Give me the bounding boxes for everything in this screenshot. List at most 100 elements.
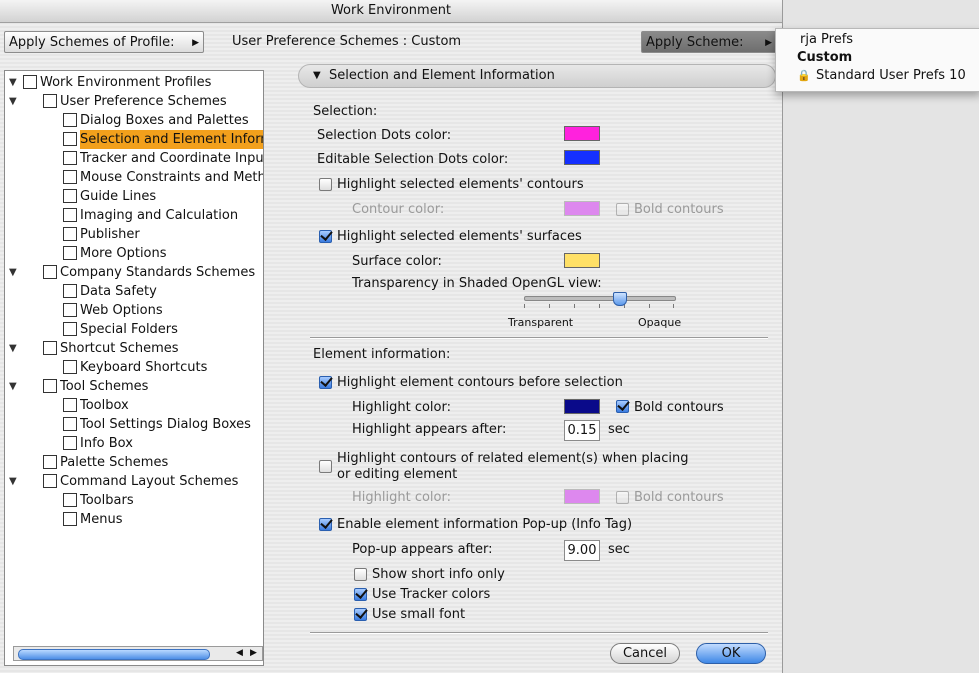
appears-after-field[interactable]: 0.15: [564, 420, 600, 441]
profiles-icon: [23, 75, 37, 89]
palette-schemes-icon: [43, 455, 57, 469]
tree-horizontal-scrollbar[interactable]: ◀ ▶: [13, 646, 263, 661]
info-popup-checkbox[interactable]: [319, 518, 332, 531]
tree-item[interactable]: Web Options: [5, 301, 263, 320]
short-info-checkbox[interactable]: [354, 568, 367, 581]
selection-dots-color-swatch[interactable]: [564, 126, 600, 141]
tree-item[interactable]: ▼ User Preference Schemes: [5, 92, 263, 111]
disclosure-triangle-icon[interactable]: ▼: [9, 73, 17, 92]
popup-after-field[interactable]: 9.00: [564, 540, 600, 561]
highlight-bold-checkbox[interactable]: [616, 400, 629, 413]
tree-item[interactable]: ▼ Command Layout Schemes: [5, 472, 263, 491]
highlight-contours-checkbox[interactable]: [319, 178, 332, 191]
guide-lines-icon: [63, 189, 77, 203]
disclosure-triangle-icon[interactable]: ▼: [9, 92, 17, 111]
disclosure-triangle-icon[interactable]: ▼: [9, 263, 17, 282]
command-layout-icon: [43, 474, 57, 488]
tree-item-label: Data Safety: [80, 284, 157, 299]
tracker-colors-checkbox[interactable]: [354, 588, 367, 601]
dialog-boxes-icon: [63, 113, 77, 127]
highlight-before-selection-checkbox[interactable]: [319, 376, 332, 389]
tree-item[interactable]: Selection and Element Inform: [5, 130, 263, 149]
publisher-icon: [63, 227, 77, 241]
related-color-swatch[interactable]: [564, 489, 600, 504]
tree-item-label: Imaging and Calculation: [80, 208, 239, 223]
shortcut-schemes-icon: [43, 341, 57, 355]
contour-bold-label: Bold contours: [634, 202, 724, 217]
tree-item-label: Tool Schemes: [60, 379, 149, 394]
web-options-icon: [63, 303, 77, 317]
menu-item-custom[interactable]: Custom: [797, 50, 852, 65]
tree-item[interactable]: Mouse Constraints and Metho: [5, 168, 263, 187]
tree-item[interactable]: Palette Schemes: [5, 453, 263, 472]
selection-heading: Selection:: [313, 104, 378, 119]
short-info-label: Show short info only: [372, 567, 505, 582]
scroll-left-arrow-icon[interactable]: ◀: [236, 647, 243, 660]
editable-dots-color-swatch[interactable]: [564, 150, 600, 165]
apply-scheme-popup[interactable]: Apply Scheme: ▶: [641, 31, 777, 53]
appears-after-label: Highlight appears after:: [352, 422, 507, 437]
tree-item[interactable]: More Options: [5, 244, 263, 263]
profiles-tree[interactable]: ▼ Work Environment Profiles ▼ User Preferen…: [4, 70, 264, 666]
highlight-surfaces-checkbox[interactable]: [319, 230, 332, 243]
tree-item[interactable]: Menus: [5, 510, 263, 529]
special-folders-icon: [63, 322, 77, 336]
small-font-checkbox[interactable]: [354, 608, 367, 621]
related-contours-checkbox[interactable]: [319, 460, 332, 473]
background-window: [783, 0, 979, 673]
company-standards-icon: [43, 265, 57, 279]
apply-profile-label: Apply Schemes of Profile:: [9, 35, 175, 50]
tree-item[interactable]: ▼ Work Environment Profiles: [5, 73, 263, 92]
disclosure-triangle-icon[interactable]: ▼: [9, 339, 17, 358]
disclosure-triangle-icon[interactable]: ▼: [313, 65, 321, 87]
apply-profile-popup[interactable]: Apply Schemes of Profile: ▶: [4, 31, 204, 53]
tree-item[interactable]: ▼ Shortcut Schemes: [5, 339, 263, 358]
tree-item-label: Company Standards Schemes: [60, 265, 256, 280]
tree-item[interactable]: Tool Settings Dialog Boxes: [5, 415, 263, 434]
popup-arrow-icon: ▶: [765, 38, 772, 48]
tree-item[interactable]: Special Folders: [5, 320, 263, 339]
scroll-right-arrow-icon[interactable]: ▶: [250, 647, 257, 660]
menu-item-rja-prefs[interactable]: rja Prefs: [800, 32, 853, 47]
disclosure-triangle-icon[interactable]: ▼: [9, 377, 17, 396]
section-header[interactable]: ▼ Selection and Element Information: [298, 64, 776, 88]
scheme-status-label: User Preference Schemes : Custom: [232, 34, 462, 49]
tree-item-label: Special Folders: [80, 322, 178, 337]
selection-dots-label: Selection Dots color:: [317, 128, 452, 143]
tree-item[interactable]: Data Safety: [5, 282, 263, 301]
tree-item-label: Toolbars: [80, 493, 134, 508]
tree-item[interactable]: Publisher: [5, 225, 263, 244]
related-bold-checkbox[interactable]: [616, 491, 629, 504]
settings-panel: ▼ Selection and Element Information Sele…: [288, 60, 782, 673]
tree-item[interactable]: Toolbars: [5, 491, 263, 510]
tree-item[interactable]: Dialog Boxes and Palettes: [5, 111, 263, 130]
menus-icon: [63, 512, 77, 526]
contour-bold-checkbox[interactable]: [616, 203, 629, 216]
tree-item[interactable]: ▼ Tool Schemes: [5, 377, 263, 396]
surface-color-swatch[interactable]: [564, 253, 600, 268]
tree-item[interactable]: Keyboard Shortcuts: [5, 358, 263, 377]
menu-item-standard-user-prefs[interactable]: Standard User Prefs 10: [816, 68, 966, 83]
related-contours-label-line2: or editing element: [337, 467, 458, 482]
ok-button[interactable]: OK: [696, 643, 766, 664]
tree-item[interactable]: Tracker and Coordinate Input: [5, 149, 263, 168]
lock-icon: 🔒: [797, 69, 811, 82]
tree-item[interactable]: Info Box: [5, 434, 263, 453]
element-info-heading: Element information:: [313, 347, 451, 362]
tree-item[interactable]: Imaging and Calculation: [5, 206, 263, 225]
transparency-slider-track[interactable]: [524, 296, 676, 301]
transparency-max-label: Opaque: [638, 316, 682, 329]
highlight-before-selection-label: Highlight element contours before select…: [337, 375, 623, 390]
tree-item[interactable]: ▼ Company Standards Schemes: [5, 263, 263, 282]
tree-item[interactable]: Guide Lines: [5, 187, 263, 206]
highlight-color-swatch[interactable]: [564, 399, 600, 414]
contour-color-swatch[interactable]: [564, 201, 600, 216]
tree-item-label: Tracker and Coordinate Input: [80, 151, 264, 166]
small-font-label: Use small font: [372, 607, 466, 622]
disclosure-triangle-icon[interactable]: ▼: [9, 472, 17, 491]
tree-item[interactable]: Toolbox: [5, 396, 263, 415]
scroll-thumb[interactable]: [18, 649, 210, 660]
transparency-slider-thumb[interactable]: [612, 292, 627, 306]
cancel-button[interactable]: Cancel: [610, 643, 680, 664]
bottom-divider: [310, 632, 768, 634]
